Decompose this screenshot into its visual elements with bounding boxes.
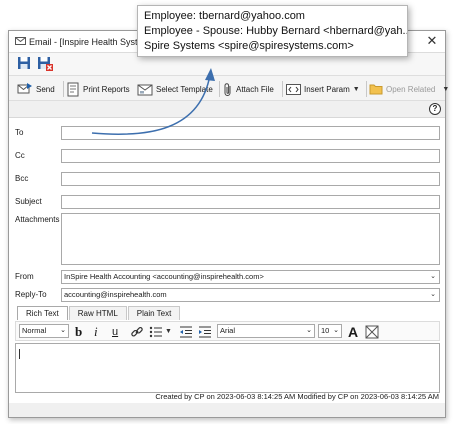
main-toolbar: Send Print Reports Select Template Attac… [9,75,449,101]
help-row: ? [9,101,445,117]
outdent-icon[interactable] [179,324,193,339]
editor-tabs: Rich Text Raw HTML Plain Text [17,306,181,320]
tab-rich-text[interactable]: Rich Text [17,306,68,320]
window-title: Email - [Inspire Health Syste [29,37,143,47]
font-size-value: 10 [321,326,330,335]
open-related-label: Open Related [386,84,436,94]
save-and-close-icon[interactable] [37,56,53,73]
paragraph-style-select[interactable]: Normal ⌄ [19,324,69,338]
chevron-down-icon: ⌄ [60,327,66,334]
from-select[interactable]: InSpire Health Accounting <accounting@in… [61,270,440,284]
email-app-icon [15,36,26,48]
toolbar-separator [366,81,367,97]
bcc-label: Bcc [15,174,29,183]
font-family-value: Arial [220,326,236,335]
bullet-list-icon[interactable]: ▼ [149,324,172,339]
tab-raw-html[interactable]: Raw HTML [68,306,127,320]
open-related-button[interactable]: Open Related ▼ [369,80,449,98]
send-icon [17,83,32,94]
attach-file-label: Attach File [236,84,274,94]
insert-param-icon [286,83,301,95]
cc-field[interactable] [61,149,440,163]
insert-param-button[interactable]: Insert Param ▼ [286,80,360,98]
text-cursor [19,349,20,359]
open-related-dropdown-icon[interactable]: ▼ [442,86,449,93]
subject-label: Subject [15,197,42,206]
chevron-down-icon: ⌄ [430,273,436,280]
print-reports-icon [67,82,79,96]
save-icon[interactable] [17,56,31,72]
list-dropdown-icon[interactable]: ▼ [165,328,172,335]
suggestion-item[interactable]: Spire Systems <spire@spiresystems.com> [144,39,401,54]
indent-icon[interactable] [198,324,212,339]
clear-formatting-icon[interactable] [365,324,379,339]
help-icon[interactable]: ? [429,103,441,115]
bold-icon[interactable]: b [75,324,82,339]
reply-to-label: Reply-To [15,290,47,299]
attachments-label: Attachments [15,215,60,224]
send-button[interactable]: Send [17,80,55,98]
insert-param-label: Insert Param [304,84,350,94]
print-reports-label: Print Reports [83,84,130,94]
select-template-icon [137,84,153,95]
audit-status: Created by CP on 2023-06-03 8:14:25 AM M… [155,392,439,401]
insert-param-dropdown-icon[interactable]: ▼ [353,86,360,93]
send-label: Send [36,84,55,94]
select-template-label: Select Template [156,84,213,94]
toolbar-separator [219,81,220,97]
font-color-icon[interactable]: A [348,324,358,340]
chevron-down-icon: ⌄ [333,327,339,334]
attachments-box[interactable] [61,213,440,265]
toolbar-separator [282,81,283,97]
subject-field[interactable] [61,195,440,209]
email-window: Email - [Inspire Health Syste ✕ Send Pri… [8,30,449,418]
suggestion-item[interactable]: Employee: tbernard@yahoo.com [144,9,401,24]
cc-label: Cc [15,151,25,160]
email-body-editor[interactable] [15,343,440,393]
email-form: To Cc Bcc Subject Attachments From InSpi… [9,117,445,403]
reply-to-value: accounting@inspirehealth.com [64,290,167,299]
underline-icon[interactable]: u [112,324,118,339]
to-field[interactable] [61,126,440,140]
close-icon[interactable]: ✕ [425,34,439,48]
from-label: From [15,272,34,281]
toolbar-separator [63,81,64,97]
to-label: To [15,128,24,137]
font-size-select[interactable]: 10 ⌄ [318,324,342,338]
attach-file-button[interactable]: Attach File [223,80,274,98]
chevron-down-icon: ⌄ [306,327,312,334]
reply-to-select[interactable]: accounting@inspirehealth.com ⌄ [61,288,440,302]
select-template-button[interactable]: Select Template [137,80,213,98]
link-icon[interactable] [130,324,144,339]
paperclip-icon [224,82,231,96]
editor-toolbar: Normal ⌄ b i u ▼ Arial ⌄ 10 ⌄ A [15,321,440,341]
paragraph-style-value: Normal [22,326,47,335]
bcc-field[interactable] [61,172,440,186]
font-family-select[interactable]: Arial ⌄ [217,324,315,338]
print-reports-button[interactable]: Print Reports [67,80,130,98]
from-value: InSpire Health Accounting <accounting@in… [64,272,264,281]
recipient-suggestions-popup: Employee: tbernard@yahoo.com Employee - … [137,5,408,57]
chevron-down-icon: ⌄ [430,291,436,298]
folder-icon [369,84,383,95]
tab-plain-text[interactable]: Plain Text [127,306,181,320]
suggestion-item[interactable]: Employee - Spouse: Hubby Bernard <hberna… [144,24,407,39]
italic-icon[interactable]: i [94,324,98,339]
